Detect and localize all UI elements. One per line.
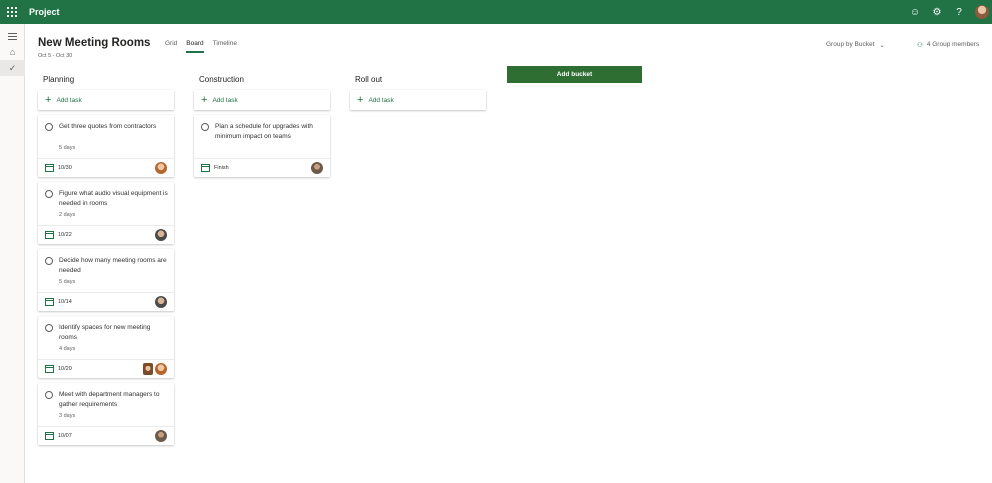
calendar-icon — [201, 164, 210, 172]
bucket-name[interactable]: Planning — [43, 70, 174, 88]
home-icon[interactable]: ⌂ — [0, 44, 25, 60]
task-due-date: 10/30 — [58, 165, 72, 171]
waffle-icon[interactable] — [0, 0, 24, 24]
task-duration: 2 days — [59, 212, 76, 218]
task-duration: 5 days — [59, 145, 76, 151]
app-header: Project ☺ ⚙ ? — [0, 0, 992, 24]
chevron-down-icon: ⌄ — [879, 42, 885, 49]
add-task-button[interactable]: + Add task — [194, 90, 330, 110]
task-footer: Finish — [194, 158, 330, 177]
plus-icon: + — [357, 93, 364, 106]
task-title: Get three quotes from contractors — [59, 123, 157, 130]
complete-task-checkbox[interactable] — [45, 324, 53, 332]
complete-task-checkbox[interactable] — [45, 257, 53, 265]
task-due-date: 10/20 — [58, 366, 72, 372]
task-due-date: 10/07 — [58, 433, 72, 439]
group-members-label: 4 Group members — [926, 41, 980, 48]
bucket-roll-out: Roll out + Add task — [350, 70, 486, 110]
add-bucket-button[interactable]: Add bucket — [507, 66, 642, 83]
complete-task-checkbox[interactable] — [45, 123, 53, 131]
assignee-avatar[interactable] — [155, 363, 167, 375]
left-rail: ⌂ ✓ — [0, 24, 25, 483]
task-card[interactable]: Plan a schedule for upgrades with minimu… — [194, 115, 330, 177]
task-card[interactable]: Get three quotes from contractors 5 days… — [38, 115, 174, 177]
task-card[interactable]: Figure what audio visual equipment is ne… — [38, 182, 174, 244]
task-footer: 10/07 — [38, 426, 174, 445]
gear-icon[interactable]: ⚙ — [926, 0, 948, 24]
task-title: Plan a schedule for upgrades with minimu… — [215, 123, 313, 140]
complete-task-checkbox[interactable] — [201, 123, 209, 131]
assignees[interactable] — [143, 363, 167, 375]
assignee-avatar[interactable] — [155, 296, 167, 308]
calendar-icon — [45, 365, 54, 373]
assignees[interactable] — [311, 162, 323, 174]
task-card[interactable]: Meet with department managers to gather … — [38, 383, 174, 445]
tab-board[interactable]: Board — [186, 40, 205, 53]
group-by-label: Group by Bucket — [826, 41, 875, 48]
calendar-icon — [45, 432, 54, 440]
check-icon[interactable]: ✓ — [0, 60, 25, 76]
assignee-avatar[interactable] — [155, 229, 167, 241]
task-due-date: Finish — [214, 165, 229, 171]
complete-task-checkbox[interactable] — [45, 391, 53, 399]
task-footer: 10/22 — [38, 225, 174, 244]
assignees[interactable] — [155, 296, 167, 308]
bucket-planning: Planning + Add task Get three quotes fro… — [38, 70, 174, 445]
task-footer: 10/20 — [38, 359, 174, 378]
plus-icon: + — [201, 93, 208, 106]
task-footer: 10/30 — [38, 158, 174, 177]
task-card[interactable]: Identify spaces for new meeting rooms 4 … — [38, 316, 174, 378]
add-task-label: Add task — [212, 96, 238, 104]
bucket-construction: Construction + Add task Plan a schedule … — [194, 70, 330, 177]
group-by-dropdown[interactable]: Group by Bucket ⌄ — [826, 41, 885, 49]
task-title: Meet with department managers to gather … — [59, 391, 160, 408]
task-title: Decide how many meeting rooms are needed — [59, 257, 167, 274]
project-title: New Meeting Rooms — [38, 37, 151, 49]
assignee-avatar[interactable] — [155, 162, 167, 174]
add-task-label: Add task — [368, 96, 394, 104]
help-icon[interactable]: ? — [948, 0, 970, 24]
task-title: Identify spaces for new meeting rooms — [59, 324, 151, 341]
feedback-icon[interactable]: ☺ — [904, 0, 926, 24]
plus-icon: + — [45, 93, 52, 106]
task-duration: 3 days — [59, 413, 76, 419]
tab-timeline[interactable]: Timeline — [213, 40, 237, 53]
calendar-icon — [45, 298, 54, 306]
user-avatar[interactable] — [975, 5, 989, 19]
app-title: Project — [29, 7, 60, 17]
assignees[interactable] — [155, 229, 167, 241]
assignee-avatar[interactable] — [143, 363, 153, 375]
bucket-name[interactable]: Construction — [199, 70, 330, 88]
assignee-avatar[interactable] — [155, 430, 167, 442]
task-duration: 4 days — [59, 346, 76, 352]
add-task-button[interactable]: + Add task — [350, 90, 486, 110]
calendar-icon — [45, 231, 54, 239]
project-dates: Oct 5 - Oct 30 — [38, 53, 73, 59]
task-due-date: 10/22 — [58, 232, 72, 238]
add-task-button[interactable]: + Add task — [38, 90, 174, 110]
add-task-label: Add task — [56, 96, 82, 104]
task-due-date: 10/14 — [58, 299, 72, 305]
task-title: Figure what audio visual equipment is ne… — [59, 190, 168, 207]
task-footer: 10/14 — [38, 292, 174, 311]
task-card[interactable]: Decide how many meeting rooms are needed… — [38, 249, 174, 311]
group-members-button[interactable]: ⚇ 4 Group members — [917, 41, 979, 49]
assignee-avatar[interactable] — [311, 162, 323, 174]
tab-grid[interactable]: Grid — [165, 40, 177, 53]
assignees[interactable] — [155, 162, 167, 174]
bucket-name[interactable]: Roll out — [355, 70, 486, 88]
people-icon: ⚇ — [917, 42, 923, 49]
assignees[interactable] — [155, 430, 167, 442]
calendar-icon — [45, 164, 54, 172]
complete-task-checkbox[interactable] — [45, 190, 53, 198]
view-tabs: Grid Board Timeline — [165, 40, 237, 53]
hamburger-icon[interactable] — [0, 28, 25, 44]
task-duration: 5 days — [59, 279, 76, 285]
